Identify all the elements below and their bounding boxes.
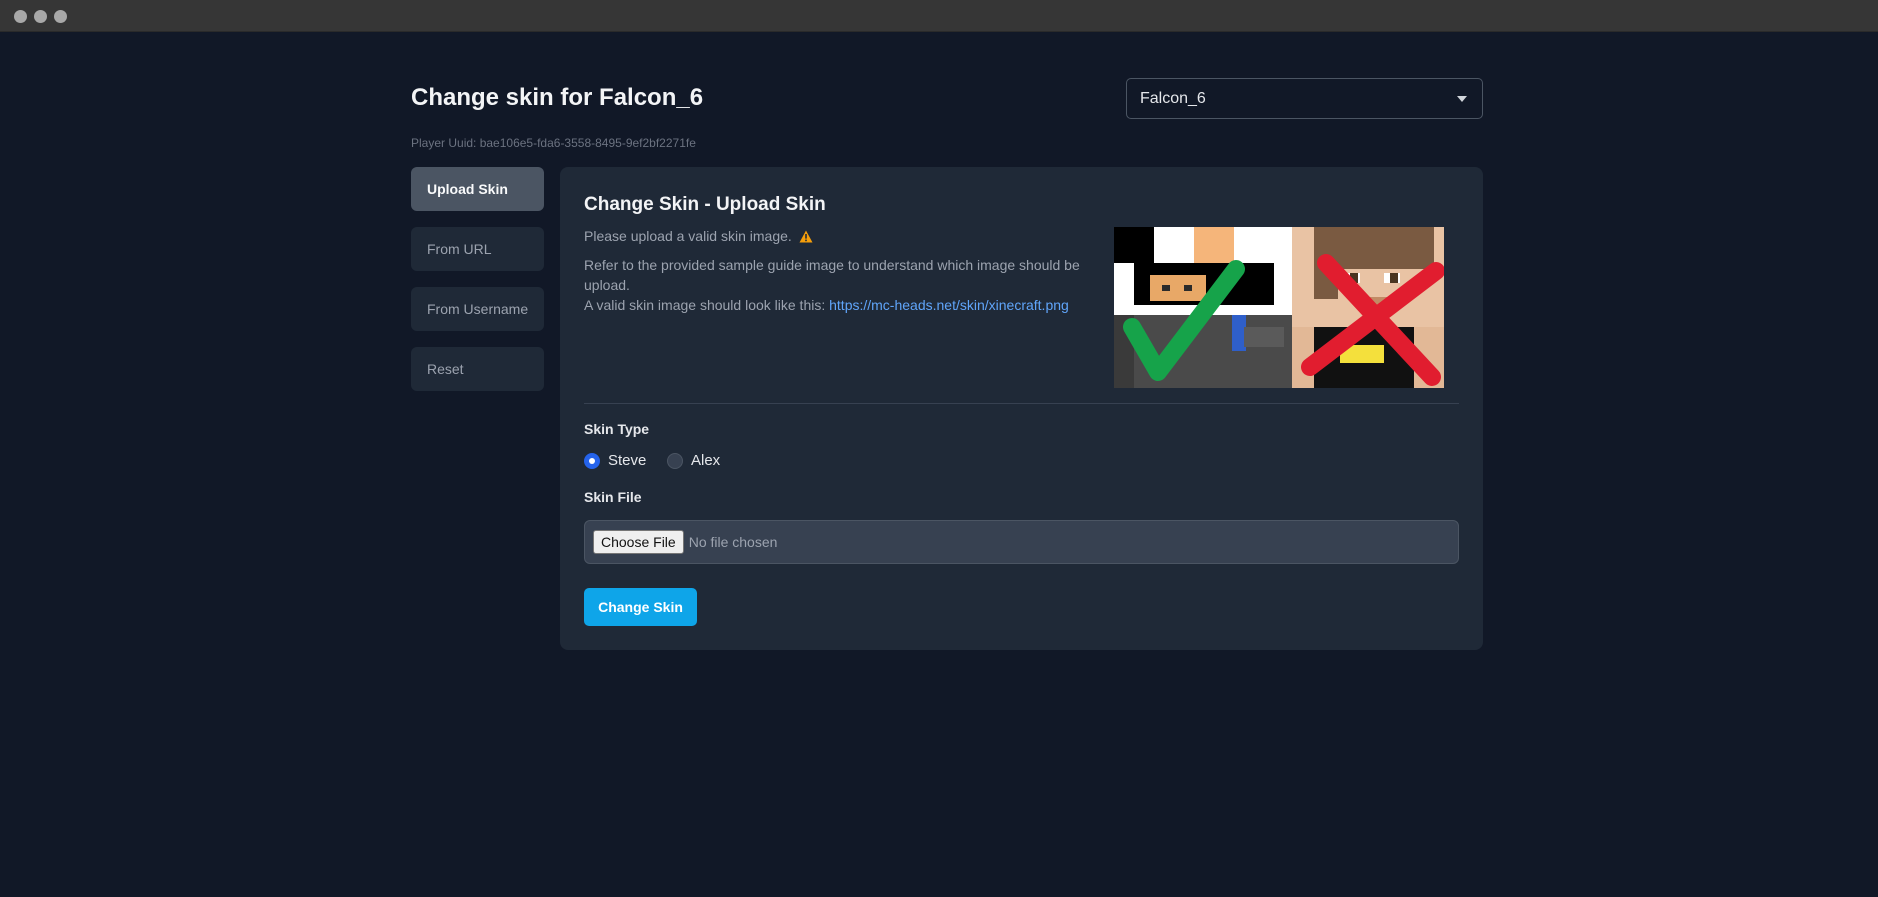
guide-line-2: A valid skin image should look like this…	[584, 295, 1094, 315]
change-skin-button[interactable]: Change Skin	[584, 588, 697, 626]
sidebar-item-reset[interactable]: Reset	[411, 347, 544, 391]
guide-line-1: Refer to the provided sample guide image…	[584, 257, 1080, 293]
window-titlebar	[0, 0, 1878, 32]
card-title: Change Skin - Upload Skin	[584, 194, 826, 215]
player-select-value: Falcon_6	[1140, 89, 1206, 107]
window-close-button[interactable]	[14, 10, 27, 23]
chevron-down-icon	[1457, 96, 1467, 102]
guide-line-2-prefix: A valid skin image should look like this…	[584, 297, 826, 313]
upload-message: Please upload a valid skin image.	[584, 228, 813, 244]
page-title: Change skin for Falcon_6	[411, 84, 704, 111]
skin-file-input[interactable]: Choose File No file chosen	[584, 520, 1459, 564]
file-status: No file chosen	[688, 534, 778, 550]
warning-icon	[799, 230, 813, 242]
sample-guide-image	[1114, 227, 1444, 388]
sidebar-item-from-url[interactable]: From URL	[411, 227, 544, 271]
player-select[interactable]: Falcon_6	[1126, 78, 1483, 119]
section-divider	[584, 403, 1459, 404]
player-uuid: Player Uuid: bae106e5-fda6-3558-8495-9ef…	[411, 136, 696, 150]
skin-type-steve-label: Steve	[608, 452, 647, 469]
sample-guide-graphic	[1114, 227, 1444, 388]
sample-skin-link[interactable]: https://mc-heads.net/skin/xinecraft.png	[829, 297, 1069, 313]
skin-type-alex-label: Alex	[691, 452, 721, 469]
skin-type-steve-radio[interactable]	[584, 452, 600, 469]
choose-file-button[interactable]: Choose File	[593, 530, 684, 554]
guide-text: Refer to the provided sample guide image…	[584, 255, 1094, 315]
skin-type-label: Skin Type	[584, 421, 650, 437]
upload-message-text: Please upload a valid skin image.	[584, 228, 792, 244]
window-maximize-button[interactable]	[54, 10, 67, 23]
upload-skin-card: Change Skin - Upload Skin Please upload …	[560, 167, 1483, 650]
skin-type-steve-option[interactable]: Steve	[584, 452, 646, 469]
skin-type-alex-radio[interactable]	[667, 452, 683, 469]
sidebar-item-from-username[interactable]: From Username	[411, 287, 544, 331]
skin-file-label: Skin File	[584, 489, 642, 505]
window-minimize-button[interactable]	[34, 10, 47, 23]
skin-type-alex-option[interactable]: Alex	[667, 452, 720, 469]
sidebar-item-upload-skin[interactable]: Upload Skin	[411, 167, 544, 211]
